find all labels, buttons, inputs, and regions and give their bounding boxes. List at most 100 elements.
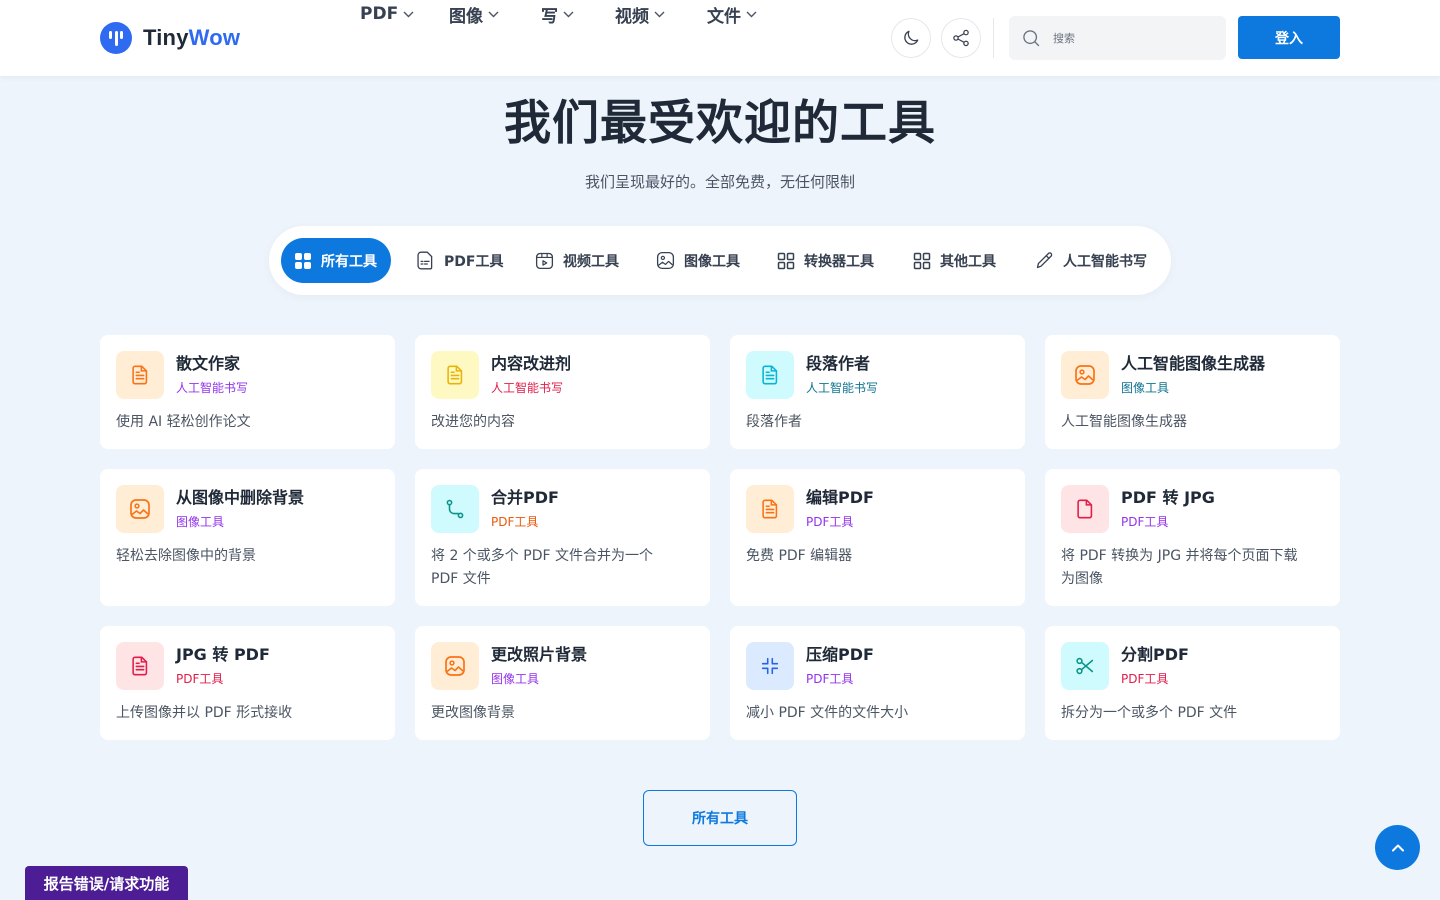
tool-card[interactable]: 分割PDF PDF工具 拆分为一个或多个 PDF 文件: [1045, 626, 1340, 740]
search-icon: [1023, 30, 1040, 47]
document-icon: [116, 351, 164, 399]
share-button[interactable]: [941, 18, 981, 58]
report-bug-button[interactable]: 报告错误/请求功能: [25, 866, 188, 900]
tool-card-description: 使用 AI 轻松创作论文: [116, 414, 251, 430]
document-icon: [746, 485, 794, 533]
search-input[interactable]: [1053, 31, 1203, 45]
tab-all-tools-label: 所有工具: [321, 253, 377, 270]
nav-video[interactable]: 视频: [615, 0, 665, 28]
tool-card-title: 合并PDF: [491, 488, 559, 507]
tool-card-title: 压缩PDF: [806, 645, 874, 664]
nav-pdf-label: PDF: [360, 4, 399, 24]
tool-card-description: 上传图像并以 PDF 形式接收: [116, 705, 293, 721]
nav-write-label: 写: [541, 6, 558, 27]
tool-card-category: 图像工具: [1121, 381, 1170, 395]
tool-card-title: JPG 转 PDF: [176, 645, 270, 664]
tool-card-title: 内容改进剂: [491, 354, 572, 373]
chevron-down-icon: [654, 11, 665, 17]
tool-card-description: 拆分为一个或多个 PDF 文件: [1061, 705, 1238, 721]
tab-image-tools-label: 图像工具: [684, 253, 740, 270]
tool-card-category: PDF工具: [1121, 515, 1169, 529]
nav-pdf[interactable]: PDF: [360, 0, 414, 28]
tab-image-tools[interactable]: 图像工具: [655, 238, 740, 283]
tool-card-category: PDF工具: [1121, 672, 1169, 686]
tool-card-category: PDF工具: [806, 672, 854, 686]
tab-other-tools-label: 其他工具: [940, 253, 996, 270]
grid-outline-icon: [913, 252, 931, 269]
tool-card-title: PDF 转 JPG: [1121, 488, 1215, 507]
tool-card[interactable]: 内容改进剂 人工智能书写 改进您的内容: [415, 335, 710, 449]
theme-toggle-button[interactable]: [891, 18, 931, 58]
tool-card[interactable]: 段落作者 人工智能书写 段落作者: [730, 335, 1025, 449]
tab-converter-tools-label: 转换器工具: [804, 253, 874, 270]
document-icon: [116, 642, 164, 690]
page-subtitle: 我们呈现最好的。全部免费，无任何限制: [584, 173, 855, 191]
tool-card-description: 改进您的内容: [431, 414, 515, 430]
tab-ai-writing[interactable]: 人工智能书写: [1034, 238, 1147, 283]
chevron-down-icon: [563, 11, 574, 17]
login-button[interactable]: 登入: [1238, 16, 1340, 59]
video-icon: [535, 252, 554, 270]
compress-icon: [746, 642, 794, 690]
image-icon: [1061, 351, 1109, 399]
tool-card[interactable]: 散文作家人工智能书写使用 AI 轻松创作论文: [100, 335, 395, 449]
tool-card-description: 免费 PDF 编辑器: [746, 548, 853, 564]
site-header: TinyWow PDF 图像 写 视频 文件 登入: [0, 0, 1440, 76]
tool-card-category: PDF工具: [806, 515, 854, 529]
scroll-to-top-button[interactable]: [1375, 825, 1420, 870]
tab-video-tools-label: 视频工具: [563, 253, 619, 270]
tool-card[interactable]: 压缩PDF PDF工具 减小 PDF 文件的文件大小: [730, 626, 1025, 740]
tool-card-category: 人工智能书写: [806, 381, 879, 395]
logo[interactable]: TinyWow: [100, 22, 240, 54]
tool-card[interactable]: 人工智能图像生成器 图像工具 人工智能图像生成器: [1045, 335, 1340, 449]
tool-card-description: 更改图像背景: [431, 705, 515, 721]
grid-icon: [295, 252, 311, 269]
tool-card[interactable]: PDF 转 JPG PDF工具将 PDF 转换为 JPG 并将每个页面下载为图像: [1045, 469, 1340, 606]
document-icon: [431, 351, 479, 399]
tool-card[interactable]: 编辑PDF PDF工具免费 PDF 编辑器: [730, 469, 1025, 606]
logo-icon: [100, 22, 132, 54]
pencil-icon: [1036, 252, 1053, 269]
nav-image-label: 图像: [449, 6, 483, 27]
tab-video-tools[interactable]: 视频工具: [534, 238, 619, 283]
all-tools-button[interactable]: 所有工具: [643, 790, 797, 846]
share-icon: [953, 29, 969, 47]
merge-icon: [431, 485, 479, 533]
tool-card-category: PDF工具: [176, 672, 224, 686]
tool-card[interactable]: JPG 转 PDF PDF工具上传图像并以 PDF 形式接收: [100, 626, 395, 740]
tool-card-title: 编辑PDF: [806, 488, 874, 507]
tool-card-title: 段落作者: [806, 354, 871, 373]
tab-pdf-tools-label: PDF工具: [444, 253, 504, 270]
tool-card-category: 人工智能书写: [176, 381, 249, 395]
chevron-down-icon: [488, 11, 499, 17]
tool-card-description: 将 2 个或多个 PDF 文件合并为一个 PDF 文件: [431, 548, 653, 587]
tool-card-title: 散文作家: [176, 354, 241, 373]
tool-card[interactable]: 更改照片背景 图像工具 更改图像背景: [415, 626, 710, 740]
tab-pdf-tools[interactable]: PDF工具: [415, 238, 503, 283]
tab-all-tools[interactable]: 所有工具: [281, 238, 391, 283]
tool-card-category: PDF工具: [491, 515, 539, 529]
file-icon: [1061, 485, 1109, 533]
category-tabs: 所有工具 PDF工具 视频工具 图像工具 转换器工具 其他工具 人工智能书写: [269, 226, 1171, 295]
tool-card-title: 人工智能图像生成器: [1121, 354, 1266, 373]
chevron-down-icon: [746, 11, 757, 17]
tab-other-tools[interactable]: 其他工具: [912, 238, 996, 283]
nav-write[interactable]: 写: [541, 0, 574, 28]
tab-converter-tools[interactable]: 转换器工具: [776, 238, 874, 283]
scissors-icon: [1061, 642, 1109, 690]
nav-video-label: 视频: [615, 6, 649, 27]
nav-file[interactable]: 文件: [707, 0, 757, 28]
logo-text-wow: Wow: [188, 25, 241, 50]
tool-card-title: 从图像中删除背景: [176, 488, 305, 507]
tool-card[interactable]: 从图像中删除背景 图像工具 轻松去除图像中的背景: [100, 469, 395, 606]
tool-card[interactable]: 合并PDF PDF工具将 2 个或多个 PDF 文件合并为一个 PDF 文件: [415, 469, 710, 606]
image-icon: [431, 642, 479, 690]
grid-outline-icon: [777, 252, 795, 269]
document-icon: [746, 351, 794, 399]
tool-card-category: 图像工具: [176, 515, 225, 529]
nav-file-label: 文件: [707, 6, 741, 27]
nav-image[interactable]: 图像: [449, 0, 499, 28]
tool-card-category: 图像工具: [491, 672, 540, 686]
search-box[interactable]: [1009, 16, 1226, 60]
chevron-down-icon: [403, 11, 414, 17]
